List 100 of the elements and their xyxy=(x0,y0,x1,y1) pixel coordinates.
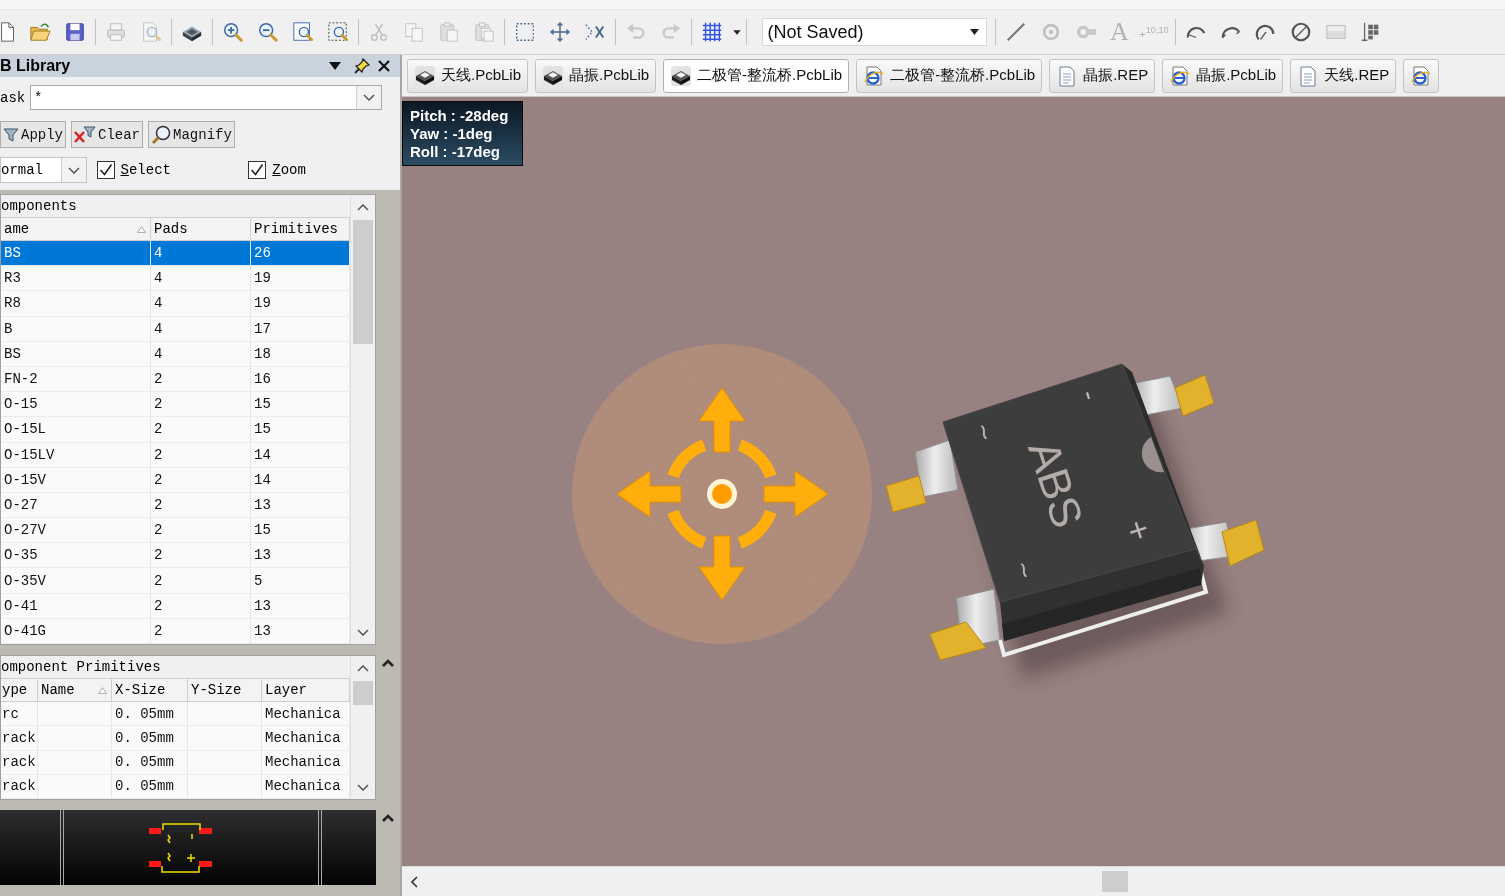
vertical-scrollbar[interactable] xyxy=(350,195,375,644)
checkbox[interactable] xyxy=(96,161,115,179)
collapse-icon[interactable] xyxy=(381,658,395,668)
table-row[interactable]: O-15LV 2 14 xyxy=(1,442,350,468)
clear-button[interactable]: Clear xyxy=(71,121,144,148)
viewport-3d[interactable]: ABS - ~ + ~ Pitch : -28deg Yaw : -1deg Roll : -17deg xyxy=(402,97,1505,866)
chevron-down-icon[interactable] xyxy=(357,628,369,636)
table-row[interactable]: O-15 2 15 xyxy=(1,392,350,418)
column-header[interactable]: Pads xyxy=(151,218,251,240)
chevron-up-icon[interactable] xyxy=(357,664,369,672)
column-header[interactable]: ype xyxy=(1,679,38,701)
column-header[interactable]: ame xyxy=(1,218,151,240)
table-row[interactable]: BS 4 26 xyxy=(1,241,350,267)
column-header[interactable]: X-Size xyxy=(112,679,188,701)
web-document-icon xyxy=(1169,64,1192,87)
file-tab[interactable] xyxy=(1403,58,1440,93)
zoom-out-icon[interactable] xyxy=(257,21,279,43)
table-row[interactable]: O-35V 2 5 xyxy=(1,568,350,594)
table-cell: 2 xyxy=(151,543,251,568)
table-cell: 2 xyxy=(151,618,251,643)
table-row[interactable]: R3 4 19 xyxy=(1,266,350,292)
chevron-left-icon[interactable] xyxy=(411,875,418,888)
table-row[interactable]: rack 0. 05mm Mechanica xyxy=(1,750,350,775)
file-tab[interactable]: 晶振.PcbLib xyxy=(535,58,657,93)
table-row[interactable]: rc 0. 05mm Mechanica xyxy=(1,702,350,727)
table-cell: BS xyxy=(1,241,151,266)
close-icon[interactable] xyxy=(378,60,390,72)
scrollbar-thumb[interactable] xyxy=(353,681,373,705)
table-row[interactable]: FN-2 2 16 xyxy=(1,366,350,393)
file-tab[interactable]: 二极管-整流桥.PcbLib xyxy=(856,58,1043,93)
column-header[interactable]: Name xyxy=(38,679,112,701)
table-row[interactable]: B 4 17 xyxy=(1,316,350,342)
angle-readout: Yaw : -1deg xyxy=(410,125,494,143)
mode-dropdown[interactable]: ormal xyxy=(0,157,87,183)
magnify-button[interactable]: Magnify xyxy=(148,121,235,148)
dashed-rectangle-icon[interactable] xyxy=(514,21,536,43)
move-icon[interactable] xyxy=(549,21,571,43)
file-tab[interactable]: 天线.REP xyxy=(1290,58,1397,93)
table-title: omponents xyxy=(1,195,350,218)
checkbox-label[interactable]: Zoom xyxy=(272,162,306,178)
table-cell: O-27V xyxy=(1,518,151,543)
table-cell: 4 xyxy=(151,291,251,316)
file-tab[interactable]: 晶振.PcbLib xyxy=(1162,58,1284,93)
table-cell: rack xyxy=(1,726,38,750)
pin-symbol: - xyxy=(1073,385,1107,405)
checkbox[interactable] xyxy=(248,161,267,179)
circle-icon[interactable] xyxy=(1290,21,1313,43)
clear-filter-icon xyxy=(74,125,96,144)
file-tab[interactable]: 二极管-整流桥.PcbLib xyxy=(663,58,850,93)
layer-dropdown[interactable]: (Not Saved) xyxy=(761,18,987,46)
chip-icon xyxy=(542,64,565,87)
chevron-up-icon[interactable] xyxy=(357,203,369,211)
table-row[interactable]: O-15V 2 14 xyxy=(1,467,350,493)
zoom-area-icon[interactable] xyxy=(327,21,349,43)
table-row[interactable]: rack 0. 05mm Mechanica xyxy=(1,774,350,799)
file-tab[interactable]: 晶振.REP xyxy=(1049,58,1156,93)
table-cell: rc xyxy=(1,702,38,726)
grid-icon[interactable] xyxy=(701,21,723,43)
table-row[interactable]: O-15L 2 15 xyxy=(1,417,350,443)
file-tab[interactable]: 天线.PcbLib xyxy=(407,58,529,93)
chevron-down-icon[interactable] xyxy=(357,783,369,791)
table-cell: 2 xyxy=(151,492,251,518)
checkbox-label[interactable]: Select xyxy=(120,162,171,178)
table-row[interactable]: BS 4 18 xyxy=(1,341,350,367)
chip-marking: ABS xyxy=(1019,434,1093,534)
table-row[interactable]: O-41G 2 13 xyxy=(1,618,350,644)
pin-icon[interactable] xyxy=(354,58,370,74)
table-cell: R3 xyxy=(1,266,151,291)
table-cell: rack xyxy=(1,750,38,774)
caret-icon xyxy=(969,29,979,35)
column-header[interactable]: Y-Size xyxy=(188,679,262,701)
table-cell: 0. 05mm xyxy=(112,726,188,750)
table-row[interactable]: R8 4 19 xyxy=(1,291,350,317)
zoom-fit-icon[interactable] xyxy=(292,21,314,43)
mask-field[interactable]: * xyxy=(30,85,382,110)
table-row[interactable]: O-35 2 13 xyxy=(1,543,350,569)
scrollbar-thumb[interactable] xyxy=(353,220,373,344)
table-cell: R8 xyxy=(1,291,151,316)
table-cell: rack xyxy=(1,774,38,798)
table-row[interactable]: O-41 2 13 xyxy=(1,593,350,619)
caret-icon[interactable] xyxy=(329,62,341,70)
sort-icon xyxy=(137,225,146,233)
new-file-icon[interactable] xyxy=(0,21,16,43)
collapse-icon[interactable] xyxy=(381,813,395,823)
table-cell: 2 xyxy=(151,568,251,593)
table-row[interactable]: O-27V 2 15 xyxy=(1,518,350,544)
zoom-in-icon[interactable] xyxy=(222,21,244,43)
vertical-scrollbar[interactable] xyxy=(350,656,375,799)
table-row[interactable]: rack 0. 05mm Mechanica xyxy=(1,726,350,751)
pin-symbol: ~ xyxy=(1006,557,1042,583)
table-cell: 4 xyxy=(151,316,251,341)
apply-button[interactable]: Apply xyxy=(0,121,66,148)
table-cell: 0. 05mm xyxy=(112,774,188,798)
folder-icon[interactable] xyxy=(29,21,51,43)
table-cell: 4 xyxy=(151,241,251,266)
table-row[interactable]: O-27 2 13 xyxy=(1,492,350,519)
table-cell: 2 xyxy=(151,593,251,618)
scrollbar-thumb[interactable] xyxy=(1102,871,1128,892)
web-document-icon xyxy=(1410,64,1433,87)
line-icon[interactable] xyxy=(1005,21,1027,43)
